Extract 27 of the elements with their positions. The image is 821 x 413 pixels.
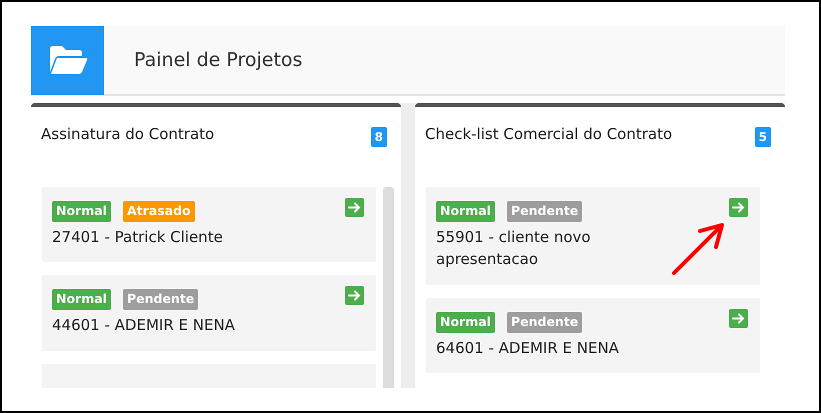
status-tag: Normal [52, 201, 111, 222]
arrow-right-icon[interactable] [345, 198, 364, 217]
card-title: 64601 - ADEMIR E NENA [436, 338, 620, 358]
page-title: Painel de Projetos [134, 48, 302, 73]
arrow-right-icon[interactable] [729, 308, 748, 328]
status-tag: Pendente [122, 289, 198, 310]
folder-icon [48, 45, 88, 75]
card-title: 55901 - cliente novo apresentacao [436, 226, 592, 270]
column-title: Check-list Comercial do Contrato [425, 124, 672, 145]
card-title: 44601 - ADEMIR E NENA [52, 315, 236, 336]
status-tag: Atrasado [122, 201, 195, 222]
count-badge: 5 [754, 127, 771, 147]
arrow-right-icon[interactable] [729, 198, 748, 217]
count-badge: 8 [370, 127, 387, 147]
status-tag: Pendente [506, 201, 582, 222]
arrow-right-icon[interactable] [345, 286, 364, 306]
status-tag: Pendente [506, 312, 582, 332]
task-card[interactable]: Normal Atrasado 27401 - Patrick Cliente [42, 187, 376, 262]
status-tag: Normal [52, 289, 111, 310]
scrollbar[interactable] [383, 187, 394, 388]
task-card[interactable]: Normal Pendente 44601 - ADEMIR E NENA [42, 275, 376, 350]
column-title: Assinatura do Contrato [41, 124, 214, 145]
status-tag: Normal [436, 201, 495, 222]
card-title: 27401 - Patrick Cliente [52, 226, 224, 248]
task-card[interactable]: Normal Pendente 55901 - cliente novo apresentacao [426, 187, 760, 285]
task-card[interactable]: Normal Pendente 64601 - ADEMIR E NENA [426, 298, 760, 373]
status-tag: Normal [436, 312, 495, 332]
